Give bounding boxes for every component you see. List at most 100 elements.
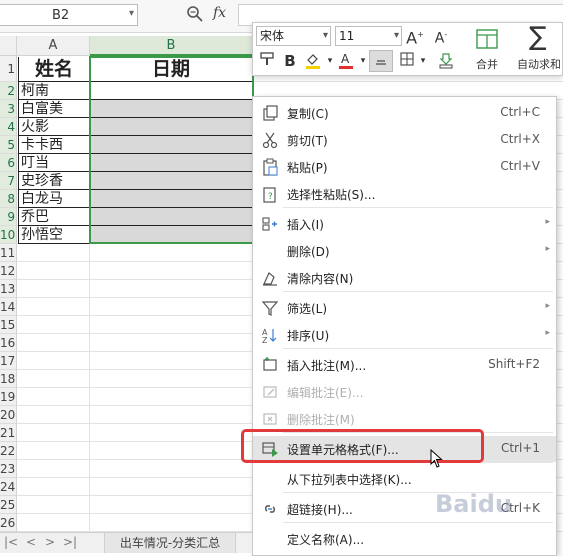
row-header[interactable]: 9 bbox=[0, 208, 17, 226]
merge-label: 合并 bbox=[476, 58, 498, 71]
menu-item[interactable]: 清除内容(N) bbox=[253, 265, 556, 291]
row-header[interactable]: 20 bbox=[0, 406, 17, 424]
row-header[interactable]: 26 bbox=[0, 514, 17, 532]
menu-item[interactable]: 粘贴(P) Ctrl+V bbox=[253, 154, 556, 180]
menu-item[interactable]: 超链接(H)... Ctrl+K bbox=[253, 496, 556, 522]
next-sheet-icon[interactable]: > bbox=[45, 535, 55, 549]
name-cell[interactable]: 白富美 bbox=[18, 100, 90, 118]
date-cell[interactable] bbox=[90, 82, 253, 100]
date-cell[interactable] bbox=[90, 100, 253, 118]
chevron-down-icon[interactable]: ▾ bbox=[129, 8, 134, 19]
sheet-tab-bar: |< < > >| 出车情况-分类汇总 bbox=[0, 532, 252, 553]
row-header[interactable]: 13 bbox=[0, 280, 17, 298]
decrease-font-size-button[interactable]: A- bbox=[431, 25, 451, 47]
date-cell[interactable] bbox=[90, 136, 253, 154]
row-header[interactable]: 16 bbox=[0, 334, 17, 352]
date-cell[interactable] bbox=[90, 172, 253, 190]
font-size-select[interactable]: 11 ▾ bbox=[335, 26, 402, 46]
row-header[interactable]: 5 bbox=[0, 136, 17, 154]
zoom-icon[interactable] bbox=[186, 5, 204, 23]
menu-item-shortcut: Ctrl+K bbox=[500, 501, 540, 515]
date-cell[interactable] bbox=[90, 118, 253, 136]
menu-item[interactable]: 复制(C) Ctrl+C bbox=[253, 100, 556, 126]
last-sheet-icon[interactable]: >| bbox=[63, 535, 77, 549]
column-header-a[interactable]: A bbox=[17, 36, 90, 56]
row-header[interactable]: 25 bbox=[0, 496, 17, 514]
submenu-arrow-icon: ▸ bbox=[545, 301, 550, 311]
menu-item-label: 从下拉列表中选择(K)... bbox=[287, 473, 412, 487]
row-header[interactable]: 19 bbox=[0, 388, 17, 406]
name-cell[interactable]: 火影 bbox=[18, 118, 90, 136]
sheet-tab-active[interactable]: 出车情况-分类汇总 bbox=[104, 533, 236, 553]
menu-item-label: 编辑批注(E)... bbox=[287, 386, 364, 400]
menu-item[interactable]: 设置单元格格式(F)... Ctrl+1 bbox=[253, 436, 556, 462]
function-icon[interactable]: fx bbox=[213, 5, 226, 21]
header-cell-name[interactable]: 姓名 bbox=[18, 57, 90, 82]
row-header[interactable]: 1 bbox=[0, 56, 17, 82]
row-header[interactable]: 7 bbox=[0, 172, 17, 190]
align-button[interactable] bbox=[369, 50, 393, 72]
date-cell[interactable] bbox=[90, 154, 253, 172]
menu-item-label: 复制(C) bbox=[287, 107, 329, 121]
name-box[interactable]: B2 ▾ bbox=[0, 4, 138, 26]
menu-item-label: 删除(D) bbox=[287, 245, 330, 259]
paste-icon bbox=[263, 158, 278, 176]
date-cell[interactable] bbox=[90, 190, 253, 208]
row-header[interactable]: 10 bbox=[0, 226, 17, 244]
row-header[interactable]: 14 bbox=[0, 298, 17, 316]
row-header[interactable]: 4 bbox=[0, 118, 17, 136]
row-header[interactable]: 15 bbox=[0, 316, 17, 334]
menu-item[interactable]: 筛选(L) ▸ bbox=[253, 295, 556, 321]
menu-separator bbox=[283, 348, 553, 349]
row-header[interactable]: 6 bbox=[0, 154, 17, 172]
date-cell[interactable] bbox=[90, 226, 253, 244]
font-family-select[interactable]: 宋体 ▾ bbox=[256, 26, 331, 46]
row-header[interactable]: 2 bbox=[0, 82, 17, 100]
increase-font-size-button[interactable]: A+ bbox=[405, 25, 425, 47]
row-header[interactable]: 12 bbox=[0, 262, 17, 280]
header-cell-date[interactable]: 日期 bbox=[90, 57, 253, 82]
menu-item[interactable]: A Z 排序(U) ▸ bbox=[253, 322, 556, 348]
chevron-down-icon[interactable]: ▾ bbox=[413, 51, 433, 71]
bold-button[interactable]: B bbox=[280, 51, 300, 71]
merge-button[interactable]: 合并 bbox=[467, 26, 507, 74]
row-header[interactable]: 11 bbox=[0, 244, 17, 262]
sort-icon: AZ bbox=[262, 328, 277, 344]
row-header[interactable]: 3 bbox=[0, 100, 17, 118]
name-cell[interactable]: 卡卡西 bbox=[18, 136, 90, 154]
row-header[interactable]: 17 bbox=[0, 352, 17, 370]
menu-item[interactable]: 剪切(T) Ctrl+X bbox=[253, 127, 556, 153]
name-cell[interactable]: 乔巴 bbox=[18, 208, 90, 226]
fill-down-button[interactable] bbox=[436, 51, 456, 71]
menu-item[interactable]: 插入批注(M)... Shift+F2 bbox=[253, 352, 556, 378]
menu-item[interactable]: 从下拉列表中选择(K)... bbox=[253, 466, 556, 492]
row-header[interactable]: 22 bbox=[0, 442, 17, 460]
name-cell[interactable]: 孙悟空 bbox=[18, 226, 90, 244]
format-brush-button[interactable] bbox=[257, 51, 277, 71]
autosum-button[interactable]: ∑ 自动求和 bbox=[515, 22, 563, 74]
merge-cells-icon bbox=[476, 29, 498, 49]
column-header-b[interactable]: B bbox=[90, 36, 253, 56]
row-header[interactable]: 23 bbox=[0, 460, 17, 478]
prev-sheet-icon[interactable]: < bbox=[26, 535, 36, 549]
fill-down-icon bbox=[439, 53, 453, 69]
date-cell[interactable] bbox=[90, 208, 253, 226]
menu-item[interactable]: 定义名称(A)... bbox=[253, 526, 556, 552]
menu-item-label: 插入批注(M)... bbox=[287, 359, 367, 373]
name-cell[interactable]: 白龙马 bbox=[18, 190, 90, 208]
name-cell[interactable]: 史珍香 bbox=[18, 172, 90, 190]
row-header[interactable]: 24 bbox=[0, 478, 17, 496]
row-header[interactable]: 18 bbox=[0, 370, 17, 388]
select-all-corner[interactable] bbox=[0, 36, 17, 56]
menu-item-shortcut: Ctrl+1 bbox=[500, 441, 540, 455]
menu-item-label: 插入(I) bbox=[287, 218, 324, 232]
name-cell[interactable]: 柯南 bbox=[18, 82, 90, 100]
row-header[interactable]: 21 bbox=[0, 424, 17, 442]
menu-item-shortcut: Ctrl+C bbox=[500, 105, 540, 119]
row-header[interactable]: 8 bbox=[0, 190, 17, 208]
menu-item[interactable]: 删除(D) ▸ bbox=[253, 238, 556, 264]
menu-item[interactable]: 插入(I) ▸ bbox=[253, 211, 556, 237]
first-sheet-icon[interactable]: |< bbox=[4, 535, 18, 549]
menu-item[interactable]: ? 选择性粘贴(S)... bbox=[253, 181, 556, 207]
name-cell[interactable]: 叮当 bbox=[18, 154, 90, 172]
